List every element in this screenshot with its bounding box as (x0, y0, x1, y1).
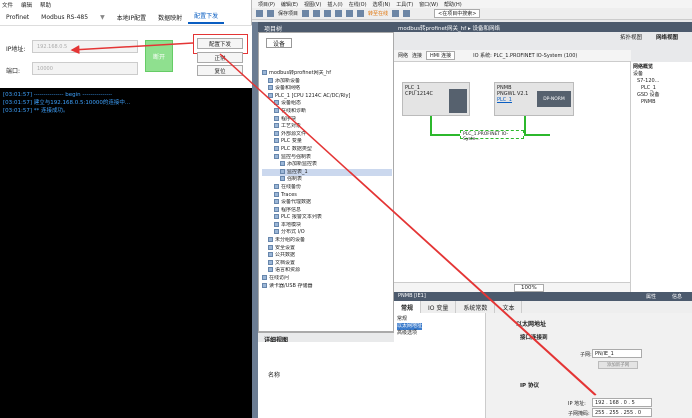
arrow-to-ip (70, 42, 194, 55)
annotation-arrows (70, 42, 597, 396)
arrow-to-gateway (349, 171, 597, 396)
